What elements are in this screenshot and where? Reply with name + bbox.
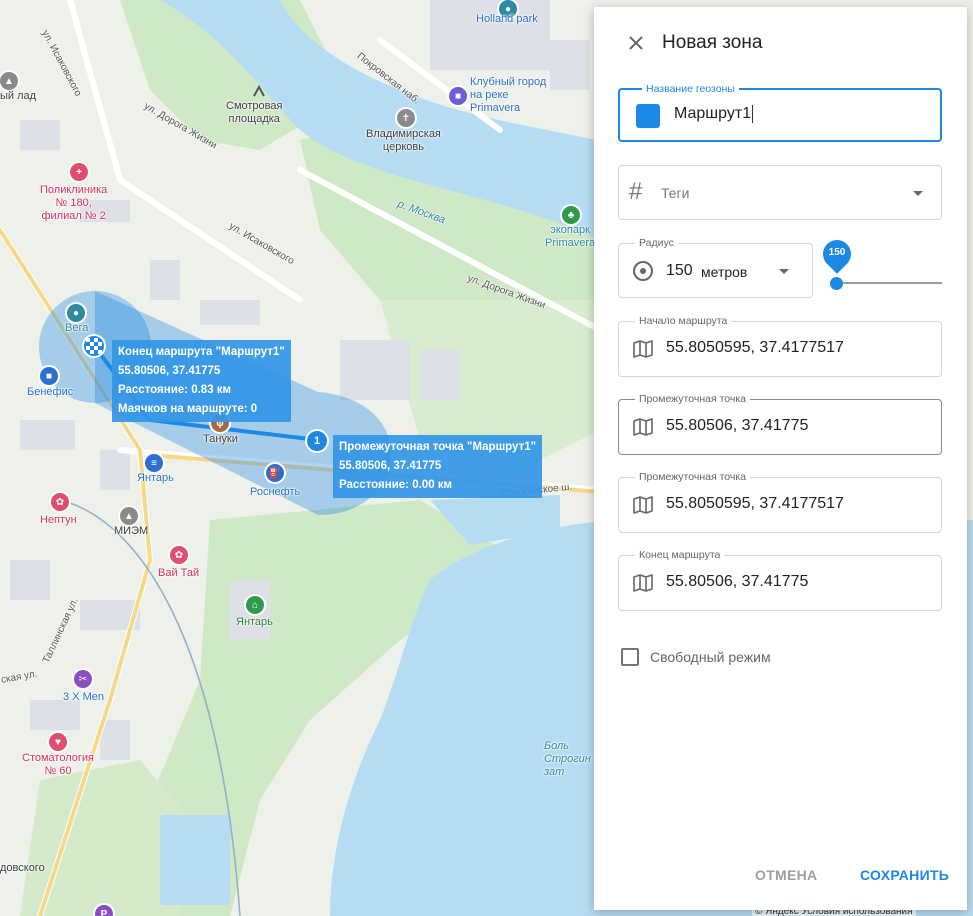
- tooltip-distance: Расстояние: 0.00 км: [339, 479, 453, 491]
- map-label-place: МИЭМ: [114, 525, 149, 537]
- panel-header: Новая зона: [624, 31, 762, 55]
- education-icon[interactable]: ▲: [0, 72, 18, 90]
- route-end-tooltip: Конец маршрута "Маршрут1" 55.80506, 37.4…: [112, 340, 291, 422]
- map-label-street: довского: [0, 862, 45, 874]
- route-end-value: 55.80506, 37.41775: [666, 573, 809, 590]
- map-label-place: Вай Тай: [158, 567, 200, 579]
- tooltip-coords: 55.80506, 37.41775: [118, 365, 221, 377]
- map-label-place: Клубный город на реке Primavera: [470, 76, 547, 114]
- map-label-place: Роснефть: [250, 486, 301, 498]
- waypoint-1-value: 55.80506, 37.41775: [666, 417, 809, 434]
- medical-icon[interactable]: +: [70, 163, 88, 181]
- map-icon: [633, 418, 653, 436]
- tooltip-coords: 55.80506, 37.41775: [339, 460, 442, 472]
- map-icon: [633, 340, 653, 358]
- radius-legend: Радиус: [635, 237, 678, 250]
- route-start-legend: Начало маршрута: [635, 315, 732, 328]
- map-label-holland-park: Holland park: [476, 13, 538, 25]
- map-label-place: ый лад: [0, 90, 37, 102]
- park-icon[interactable]: ♣: [562, 206, 580, 224]
- route-end-legend: Конец маршрута: [635, 549, 725, 562]
- panel-title: Новая зона: [662, 32, 763, 53]
- tags-select[interactable]: # Теги: [618, 165, 942, 220]
- cancel-button[interactable]: ОТМЕНА: [755, 867, 817, 883]
- map-label-place: Нептун: [40, 514, 77, 526]
- chevron-down-icon: [779, 269, 789, 274]
- map-label-place: Янтарь: [137, 472, 174, 484]
- route-start-value: 55.8050595, 37.4177517: [666, 339, 844, 356]
- finish-flag-icon: [86, 338, 102, 354]
- barber-icon[interactable]: ✂: [74, 670, 92, 688]
- radius-value: 150: [666, 262, 693, 279]
- waypoint-2-value: 55.8050595, 37.4177517: [666, 495, 844, 512]
- waypoint-2-field[interactable]: Промежуточная точка 55.8050595, 37.41775…: [618, 471, 942, 533]
- zone-name-value: Маршрут1: [674, 105, 752, 123]
- university-icon[interactable]: ▲: [120, 507, 138, 525]
- map-label-place: 3 Х Men: [63, 691, 104, 703]
- radius-unit: метров: [701, 264, 748, 280]
- map-label-water: Боль Строгин зат: [544, 740, 591, 778]
- map-label-place: Владимирская церковь: [366, 128, 441, 153]
- save-button[interactable]: СОХРАНИТЬ: [860, 867, 949, 883]
- slider-value-label: 150: [828, 247, 846, 258]
- chevron-down-icon: [913, 191, 923, 196]
- tooltip-title: Конец маршрута "Маршрут1": [118, 346, 285, 358]
- map-label-place: Бенефис: [27, 386, 74, 398]
- zone-name-field[interactable]: Название геозоны Маршрут1: [618, 83, 942, 142]
- viewpoint-icon: [252, 84, 266, 98]
- map-label-place: экопарк Primavera: [545, 224, 596, 249]
- fuel-icon[interactable]: ⛽: [266, 464, 284, 482]
- gym-icon[interactable]: ≡: [145, 454, 163, 472]
- waypoint-legend: Промежуточная точка: [635, 393, 751, 406]
- free-mode-checkbox[interactable]: [621, 648, 639, 666]
- tooltip-beacons: Маячков на маршруте: 0: [118, 403, 258, 415]
- hashtag-icon: #: [629, 178, 643, 205]
- radius-select[interactable]: Радиус 150 метров: [618, 237, 813, 298]
- radius-slider-track[interactable]: [836, 282, 942, 284]
- new-zone-panel: Новая зона Название геозоны Маршрут1 # Т…: [594, 7, 967, 910]
- free-mode-label[interactable]: Свободный режим: [650, 649, 771, 665]
- map-label-place: Тануки: [203, 433, 238, 445]
- tags-placeholder: Теги: [661, 185, 690, 201]
- map-icon: [633, 496, 653, 514]
- waypoint-legend: Промежуточная точка: [635, 471, 751, 484]
- pet-shop-icon[interactable]: ●: [67, 304, 85, 322]
- tooltip-distance: Расстояние: 0.83 км: [118, 384, 232, 396]
- stadium-icon[interactable]: ⌂: [246, 596, 264, 614]
- route-end-marker[interactable]: [82, 334, 106, 358]
- map-icon: [633, 574, 653, 592]
- beauty-icon[interactable]: ✿: [51, 493, 69, 511]
- close-button[interactable]: [624, 31, 648, 55]
- zone-name-input[interactable]: Маршрут1: [674, 105, 754, 123]
- zone-color-picker[interactable]: [636, 104, 660, 128]
- close-icon: [629, 36, 643, 50]
- parking-icon[interactable]: P: [95, 905, 113, 916]
- map-label-place: Смотровая площадка: [226, 100, 283, 125]
- dentist-icon[interactable]: ♥: [49, 733, 67, 751]
- radius-slider-thumb[interactable]: [830, 277, 843, 290]
- map-label-place: Вега: [65, 322, 89, 334]
- tooltip-title: Промежуточная точка "Маршрут1": [339, 441, 537, 453]
- waypoint-1-field[interactable]: Промежуточная точка 55.80506, 37.41775: [618, 393, 942, 455]
- waypoint-tooltip: Промежуточная точка "Маршрут1" 55.80506,…: [333, 435, 543, 498]
- shopping-icon[interactable]: ■: [40, 367, 58, 385]
- route-end-field[interactable]: Конец маршрута 55.80506, 37.41775: [618, 549, 942, 611]
- zone-name-legend: Название геозоны: [642, 83, 739, 96]
- map-label-place: Стоматология № 60: [22, 752, 94, 777]
- waypoint-marker[interactable]: 1: [305, 429, 329, 453]
- church-icon[interactable]: ✝: [397, 109, 415, 127]
- residential-icon[interactable]: ■: [449, 87, 467, 105]
- route-start-field[interactable]: Начало маршрута 55.8050595, 37.4177517: [618, 315, 942, 377]
- map-label-place: Поликлиника № 180, филиал № 2: [40, 184, 108, 222]
- text-caret: [752, 105, 754, 123]
- radius-icon: [633, 261, 653, 281]
- map-label-place: Янтарь: [236, 616, 273, 628]
- spa-icon[interactable]: ✿: [170, 546, 188, 564]
